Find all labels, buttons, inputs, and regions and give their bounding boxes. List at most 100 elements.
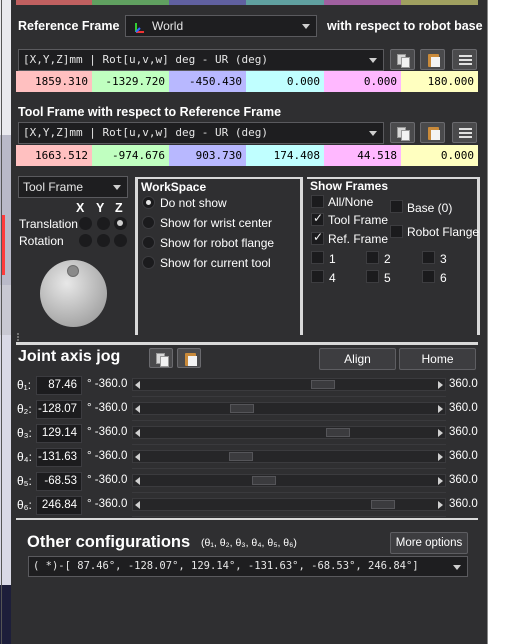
more-options-button[interactable]: More options xyxy=(390,532,468,554)
pose-value-cell[interactable]: -450.430 xyxy=(169,71,246,92)
slider-thumb[interactable] xyxy=(252,476,277,485)
workspace-option-label-0[interactable]: Do not show xyxy=(160,196,227,210)
workspace-option-radio-0[interactable] xyxy=(142,196,155,209)
robot-flange-label[interactable]: Robot Flange xyxy=(407,225,479,239)
workspace-option-label-2[interactable]: Show for robot flange xyxy=(160,236,274,250)
frame-4-label[interactable]: 4 xyxy=(329,271,336,285)
tool-menu-button[interactable] xyxy=(452,122,477,143)
rotate-y-button[interactable] xyxy=(97,234,110,247)
arrow-right-icon[interactable] xyxy=(438,501,443,509)
frame-5-label[interactable]: 5 xyxy=(384,271,391,285)
paste-joints-button[interactable] xyxy=(177,348,201,368)
arrow-right-icon[interactable] xyxy=(438,477,443,485)
all-none-label[interactable]: All/None xyxy=(328,195,373,209)
splitter-handle-icon[interactable] xyxy=(16,331,20,341)
frame-5-checkbox[interactable] xyxy=(366,270,379,283)
rotate-z-button[interactable] xyxy=(114,234,127,247)
joint-slider[interactable] xyxy=(132,402,446,415)
chevron-down-icon xyxy=(369,58,377,63)
workspace-option-label-3[interactable]: Show for current tool xyxy=(160,256,271,270)
workspace-title: WorkSpace xyxy=(141,180,207,194)
pose-value-cell[interactable]: 0.000 xyxy=(246,71,324,92)
frame-3-checkbox[interactable] xyxy=(422,251,435,264)
workspace-option-radio-1[interactable] xyxy=(142,216,155,229)
frame-6-label[interactable]: 6 xyxy=(440,271,447,285)
joint-value-input[interactable]: 246.84 xyxy=(36,496,82,515)
arrow-left-icon[interactable] xyxy=(135,381,140,389)
slider-thumb[interactable] xyxy=(326,428,351,437)
base-checkbox[interactable] xyxy=(390,200,403,213)
frame-4-checkbox[interactable] xyxy=(311,270,324,283)
copy-tool-button[interactable] xyxy=(390,122,415,143)
frame-1-label[interactable]: 1 xyxy=(329,252,336,266)
slider-thumb[interactable] xyxy=(310,380,335,389)
slider-thumb[interactable] xyxy=(229,404,254,413)
base-label[interactable]: Base (0) xyxy=(407,201,452,215)
pose-value-cell[interactable]: 174.408 xyxy=(246,145,324,166)
align-button[interactable]: Align xyxy=(319,348,396,370)
ref-frame-checkbox[interactable]: ✓ xyxy=(311,230,324,245)
joint-value-input[interactable]: 129.14 xyxy=(36,424,82,443)
pose-value-cell[interactable]: 44.518 xyxy=(324,145,401,166)
tool-frame-show-label[interactable]: Tool Frame xyxy=(328,213,388,227)
joint-value-input[interactable]: 87.46 xyxy=(36,376,82,395)
ref-frame-show-label[interactable]: Ref. Frame xyxy=(328,232,388,246)
joint-slider[interactable] xyxy=(132,426,446,439)
reference-menu-button[interactable] xyxy=(452,49,477,70)
tool-frame-checkbox[interactable]: ✓ xyxy=(311,211,324,226)
joint-value-input[interactable]: -128.07 xyxy=(36,400,82,419)
joint-label: θ₄: xyxy=(17,450,32,464)
workspace-option-label-1[interactable]: Show for wrist center xyxy=(160,216,272,230)
joint-slider[interactable] xyxy=(132,498,446,511)
workspace-option-radio-3[interactable] xyxy=(142,256,155,269)
pose-value-cell[interactable]: -974.676 xyxy=(92,145,169,166)
arrow-right-icon[interactable] xyxy=(438,453,443,461)
pose-value-cell[interactable]: 1859.310 xyxy=(16,71,92,92)
rotate-x-button[interactable] xyxy=(79,234,92,247)
joint-value-input[interactable]: -131.63 xyxy=(36,448,82,467)
configuration-select[interactable]: ( *)-[ 87.46°, -128.07°, 129.14°, -131.6… xyxy=(28,556,468,577)
frame-1-checkbox[interactable] xyxy=(311,251,324,264)
paste-reference-button[interactable] xyxy=(420,49,445,70)
copy-joints-button[interactable] xyxy=(149,348,173,368)
arrow-left-icon[interactable] xyxy=(135,453,140,461)
jog-dial[interactable] xyxy=(40,260,107,327)
joint-slider[interactable] xyxy=(132,474,446,487)
reference-frame-select[interactable]: World xyxy=(125,15,317,37)
arrow-right-icon[interactable] xyxy=(438,405,443,413)
paste-tool-button[interactable] xyxy=(420,122,445,143)
pose-value-cell[interactable]: 0.000 xyxy=(324,71,401,92)
frame-2-label[interactable]: 2 xyxy=(384,252,391,266)
robot-flange-checkbox[interactable] xyxy=(390,225,403,238)
slider-thumb[interactable] xyxy=(370,500,395,509)
all-none-checkbox[interactable] xyxy=(311,195,324,208)
frame-2-checkbox[interactable] xyxy=(366,251,379,264)
slider-thumb[interactable] xyxy=(228,452,253,461)
pose-value-cell[interactable]: -1329.720 xyxy=(92,71,169,92)
joint-value-input[interactable]: -68.53 xyxy=(36,472,82,491)
translate-z-button[interactable] xyxy=(114,217,127,230)
translate-x-button[interactable] xyxy=(79,217,92,230)
pose-value-cell[interactable]: 903.730 xyxy=(169,145,246,166)
pose-value-cell[interactable]: 1663.512 xyxy=(16,145,92,166)
arrow-right-icon[interactable] xyxy=(438,381,443,389)
workspace-option-radio-2[interactable] xyxy=(142,236,155,249)
copy-reference-button[interactable] xyxy=(390,49,415,70)
frame-6-checkbox[interactable] xyxy=(422,270,435,283)
arrow-left-icon[interactable] xyxy=(135,477,140,485)
home-button[interactable]: Home xyxy=(399,348,476,370)
reference-format-select[interactable]: [X,Y,Z]mm | Rot[u,v,w] deg - UR (deg) xyxy=(18,49,384,71)
reference-frame-label: Reference Frame xyxy=(18,19,120,33)
frame-3-label[interactable]: 3 xyxy=(440,252,447,266)
arrow-left-icon[interactable] xyxy=(135,429,140,437)
arrow-left-icon[interactable] xyxy=(135,405,140,413)
arrow-right-icon[interactable] xyxy=(438,429,443,437)
pose-value-cell[interactable]: 180.000 xyxy=(401,71,478,92)
pose-value-cell[interactable]: 0.000 xyxy=(401,145,478,166)
tool-format-select[interactable]: [X,Y,Z]mm | Rot[u,v,w] deg - UR (deg) xyxy=(18,122,384,144)
joint-slider[interactable] xyxy=(132,378,446,391)
translate-y-button[interactable] xyxy=(97,217,110,230)
joint-slider[interactable] xyxy=(132,450,446,463)
arrow-left-icon[interactable] xyxy=(135,501,140,509)
jog-frame-select[interactable]: Tool Frame xyxy=(18,176,128,198)
